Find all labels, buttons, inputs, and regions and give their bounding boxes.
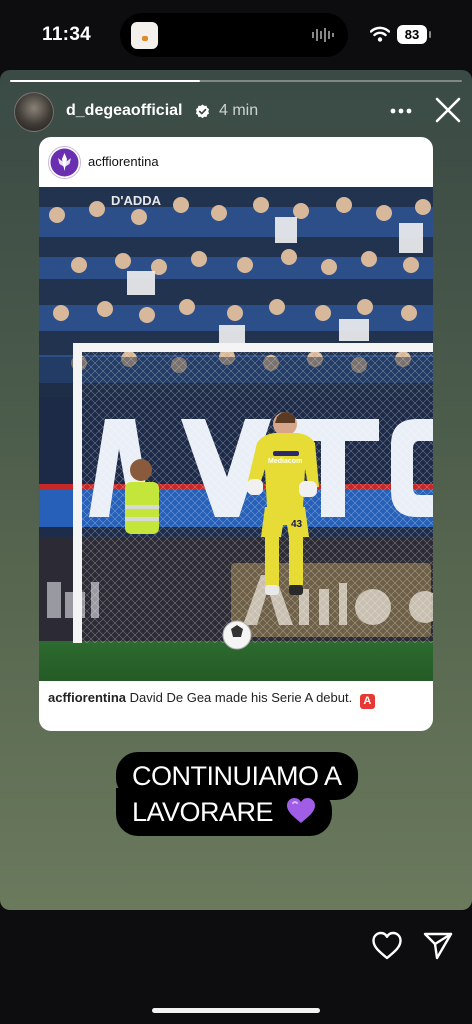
home-indicator[interactable] bbox=[152, 1008, 320, 1013]
story-username[interactable]: d_degeaofficial bbox=[66, 102, 182, 120]
battery-tip bbox=[429, 31, 431, 38]
caption-text: David De Gea made his Serie A debut. bbox=[129, 690, 353, 705]
dynamic-island[interactable] bbox=[120, 13, 348, 57]
purple-heart-icon bbox=[287, 798, 316, 823]
a-button-emoji-icon: A bbox=[359, 694, 375, 709]
sticker-line-1: CONTINUIAMO A bbox=[132, 761, 342, 791]
story-progress-bar bbox=[10, 80, 462, 82]
fiorentina-logo-icon bbox=[48, 146, 81, 179]
audio-waveform-icon bbox=[312, 28, 334, 42]
shirt-sponsor-text: Mediacom bbox=[268, 458, 302, 465]
post-photo[interactable]: D'ADDA Mediacom 43 bbox=[39, 187, 433, 681]
send-message-icon[interactable] bbox=[423, 930, 453, 962]
close-icon[interactable] bbox=[434, 96, 462, 124]
app-icon bbox=[131, 22, 158, 49]
status-time: 11:34 bbox=[42, 24, 92, 45]
story-header: d_degeaofficial 4 min bbox=[0, 92, 472, 132]
story-frame[interactable]: d_degeaofficial 4 min acffiorentina D'AD… bbox=[0, 70, 472, 910]
heart-like-icon[interactable] bbox=[371, 930, 403, 962]
story-timestamp: 4 min bbox=[219, 102, 259, 119]
story-progress-fill bbox=[10, 80, 200, 82]
more-options-icon[interactable] bbox=[386, 100, 416, 122]
verified-badge-icon bbox=[195, 104, 210, 119]
post-caption: acffiorentina David De Gea made his Seri… bbox=[48, 690, 428, 709]
shared-post-card[interactable]: acffiorentina D'ADDA Mediacom 43 acffior… bbox=[39, 137, 433, 731]
crowd-banner-text: D'ADDA bbox=[111, 193, 162, 208]
profile-avatar[interactable] bbox=[14, 92, 54, 132]
sticker-line-2: LAVORARE bbox=[132, 797, 274, 827]
caption-username[interactable]: acffiorentina bbox=[48, 690, 126, 705]
shirt-number-text: 43 bbox=[291, 519, 303, 530]
wifi-icon bbox=[370, 26, 390, 42]
battery-indicator: 83 bbox=[397, 25, 427, 44]
status-bar: 11:34 83 bbox=[0, 0, 472, 70]
story-text-line-2: LAVORARE bbox=[116, 788, 333, 836]
post-account-name[interactable]: acffiorentina bbox=[88, 154, 159, 169]
